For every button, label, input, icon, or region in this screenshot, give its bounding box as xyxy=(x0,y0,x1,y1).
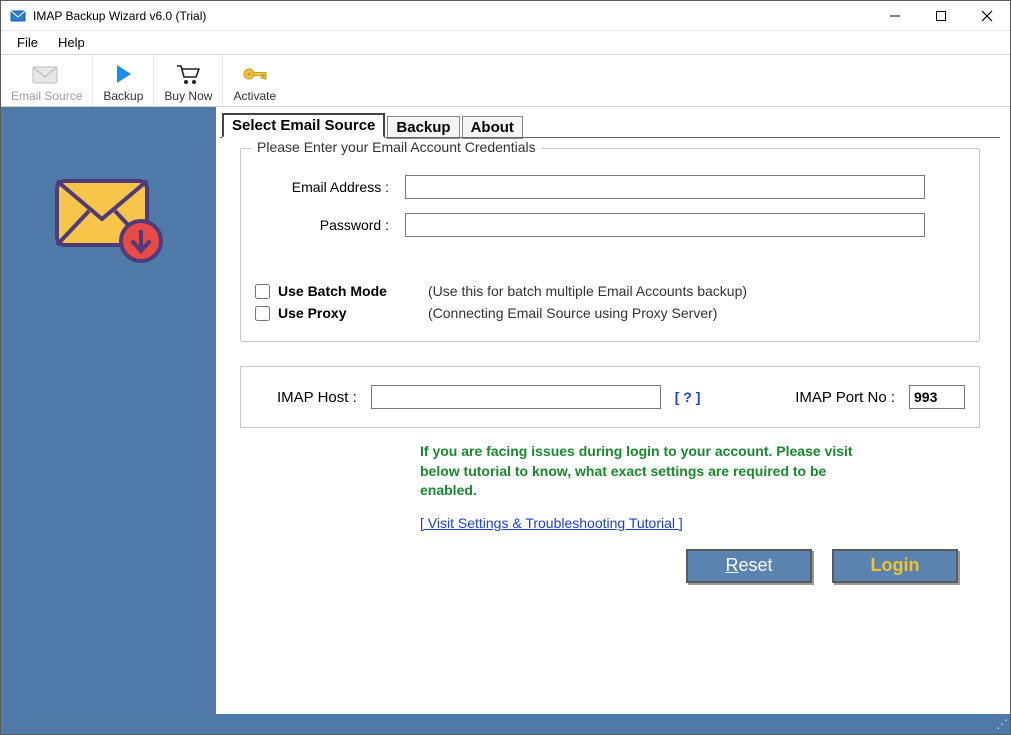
play-icon xyxy=(113,61,133,87)
tab-row: Select Email Source Backup About xyxy=(222,111,1000,137)
minimize-button[interactable] xyxy=(872,1,918,30)
use-batch-checkbox[interactable] xyxy=(255,284,270,299)
toolbar-activate-label: Activate xyxy=(233,89,276,103)
login-note: If you are facing issues during login to… xyxy=(420,442,880,501)
toolbar-email-source-label: Email Source xyxy=(11,89,82,103)
use-batch-label: Use Batch Mode xyxy=(278,283,428,299)
title-bar: IMAP Backup Wizard v6.0 (Trial) xyxy=(1,1,1010,31)
tab-select-email-source[interactable]: Select Email Source xyxy=(222,113,385,138)
menu-help[interactable]: Help xyxy=(48,32,95,53)
email-input[interactable] xyxy=(405,175,925,199)
imap-port-input[interactable] xyxy=(909,385,965,409)
app-icon xyxy=(9,7,27,25)
email-label: Email Address : xyxy=(255,179,405,195)
toolbar-buy-now[interactable]: Buy Now xyxy=(154,55,223,106)
imap-host-box: IMAP Host : [ ? ] IMAP Port No : xyxy=(240,366,980,428)
imap-host-label: IMAP Host : xyxy=(277,389,357,406)
password-input[interactable] xyxy=(405,213,925,237)
tab-backup[interactable]: Backup xyxy=(387,116,459,139)
window-title: IMAP Backup Wizard v6.0 (Trial) xyxy=(33,9,872,23)
menu-file[interactable]: File xyxy=(7,32,48,53)
use-batch-description: (Use this for batch multiple Email Accou… xyxy=(428,283,747,299)
email-source-icon xyxy=(32,61,62,87)
use-proxy-checkbox[interactable] xyxy=(255,306,270,321)
reset-button-underline: R xyxy=(725,555,738,576)
tab-content: Please Enter your Email Account Credenti… xyxy=(220,137,1000,704)
toolbar: Email Source Backup Buy Now Activate xyxy=(1,55,1010,107)
cart-icon xyxy=(175,61,201,87)
reset-button[interactable]: Reset xyxy=(686,549,812,583)
credentials-legend: Please Enter your Email Account Credenti… xyxy=(251,139,542,155)
use-proxy-label: Use Proxy xyxy=(278,305,428,321)
key-icon xyxy=(241,61,269,87)
side-panel xyxy=(1,107,216,714)
reset-button-suffix: eset xyxy=(738,555,772,576)
credentials-group: Please Enter your Email Account Credenti… xyxy=(240,148,980,342)
use-proxy-description: (Connecting Email Source using Proxy Ser… xyxy=(428,305,717,321)
maximize-button[interactable] xyxy=(918,1,964,30)
login-button[interactable]: Login xyxy=(832,549,958,583)
password-label: Password : xyxy=(255,217,405,233)
close-button[interactable] xyxy=(964,1,1010,30)
toolbar-backup[interactable]: Backup xyxy=(93,55,154,106)
menu-bar: File Help xyxy=(1,31,1010,55)
content-area: Select Email Source Backup About Please … xyxy=(216,107,1010,714)
tab-about[interactable]: About xyxy=(462,116,523,139)
envelope-download-icon xyxy=(49,167,169,270)
toolbar-buy-now-label: Buy Now xyxy=(164,89,212,103)
status-bar: ⋰ xyxy=(1,714,1010,734)
toolbar-email-source[interactable]: Email Source xyxy=(1,55,93,106)
resize-grip-icon[interactable]: ⋰ xyxy=(996,717,1006,731)
imap-port-label: IMAP Port No : xyxy=(795,389,895,406)
tutorial-link[interactable]: [ Visit Settings & Troubleshooting Tutor… xyxy=(420,515,683,531)
imap-help-link[interactable]: [ ? ] xyxy=(675,389,701,405)
toolbar-backup-label: Backup xyxy=(103,89,143,103)
imap-host-input[interactable] xyxy=(371,385,661,409)
toolbar-activate[interactable]: Activate xyxy=(223,55,286,106)
